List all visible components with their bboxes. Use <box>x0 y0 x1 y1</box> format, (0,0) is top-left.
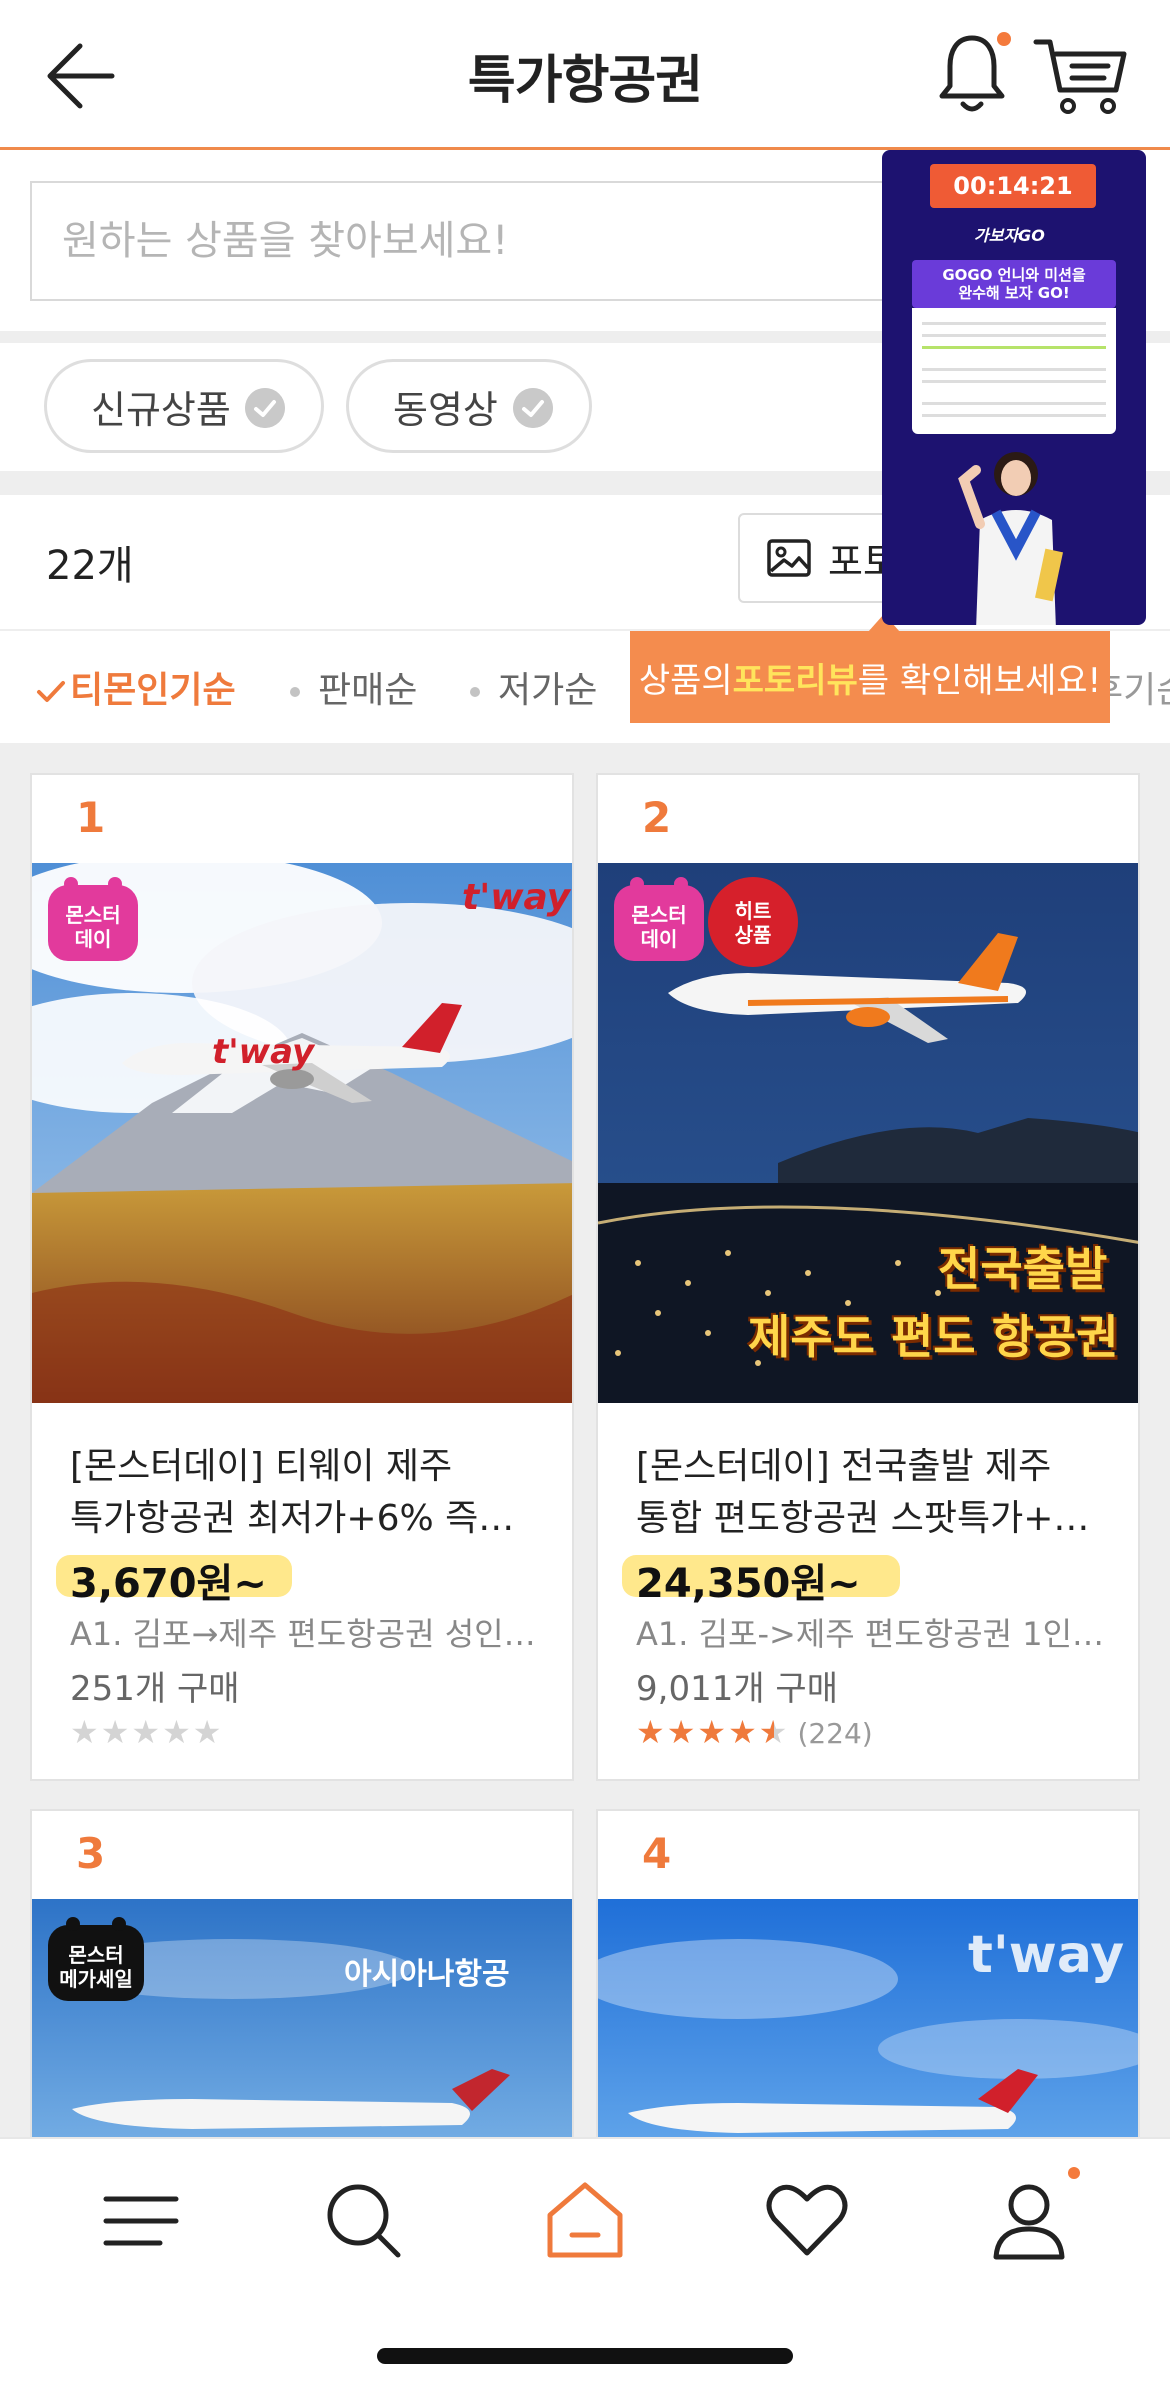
rank-number: 3 <box>76 1829 106 1878</box>
product-title[interactable]: [몬스터데이] 티웨이 제주 특가항공권 최저가+6% 즉… <box>70 1441 540 1545</box>
sort-label: 티몬인기순 <box>70 670 236 711</box>
home-indicator[interactable] <box>377 2348 793 2364</box>
nav-home[interactable] <box>540 2175 630 2265</box>
purchase-count: 9,011개 구매 <box>636 1669 838 1709</box>
tooltip-highlight: 포토리뷰 <box>732 660 858 701</box>
monster-day-badge: 몬스터 데이 <box>48 877 138 961</box>
title-line: 통합 편도항공권 스팟특가+… <box>636 1498 1090 1539</box>
notification-dot <box>997 32 1011 46</box>
user-icon <box>993 2184 1065 2260</box>
monster-mega-sale-badge: 몬스터 메가세일 <box>48 1917 144 2001</box>
bullet-dot <box>470 687 480 697</box>
headline-line: 완수해 보자 GO! <box>958 284 1070 302</box>
title-line: 특가항공권 최저가+6% 즉… <box>70 1498 515 1539</box>
banner-text: 제주도 편도 항공권 <box>748 1310 1119 1364</box>
nav-search[interactable] <box>318 2175 408 2265</box>
brand-logo: t'way <box>968 1925 1125 1985</box>
product-card[interactable]: 1 t'way 몬스터 데이 t'way [몬스터데이] 티웨이 제주 특가항공… <box>30 773 574 1781</box>
product-price: 24,350원~ <box>636 1561 861 1607</box>
product-grid: 1 t'way 몬스터 데이 t'way [몬스터데이] 티웨이 제주 특가항공… <box>0 743 1170 2209</box>
product-card[interactable]: 2 몬스터 데이 히트 상품 전국출발 제주도 편도 항공권 [몬스터데이] 전… <box>596 773 1140 1781</box>
cart-icon <box>1033 39 1127 114</box>
cart-button[interactable] <box>1030 34 1130 120</box>
menu-icon <box>103 2196 179 2246</box>
star-icon: ★★★★ <box>636 1713 759 1751</box>
live-video-popup[interactable]: 00:14:21 가보자GO GOGO 언니와 미션을 완수해 보자 GO! <box>882 150 1146 625</box>
nav-menu[interactable] <box>96 2175 186 2265</box>
rank-number: 2 <box>642 793 672 842</box>
filter-chip-video[interactable]: 동영상 <box>346 359 592 453</box>
monster-day-badge: 몬스터 데이 <box>614 877 704 961</box>
product-price: 3,670원~ <box>70 1561 267 1607</box>
banner-text: 전국출발 <box>938 1242 1108 1296</box>
bullet-dot <box>290 687 300 697</box>
filter-chip-label: 신규상품 <box>91 387 231 432</box>
nav-wishlist[interactable] <box>762 2175 852 2265</box>
result-count: 22개 <box>46 543 134 589</box>
check-circle-icon <box>245 388 285 428</box>
star-rating: ★★★★★ (224) <box>636 1713 873 1751</box>
image-icon <box>767 539 811 577</box>
title-line: [몬스터데이] 티웨이 제주 <box>70 1446 453 1487</box>
rank-number: 1 <box>76 793 106 842</box>
hit-product-badge: 히트 상품 <box>708 877 798 967</box>
live-headline: GOGO 언니와 미션을 완수해 보자 GO! <box>912 260 1116 308</box>
photo-review-tooltip[interactable]: 상품의 포토리뷰 를 확인해보세요! <box>630 631 1110 723</box>
live-mission-box <box>912 308 1116 434</box>
bottom-navigation <box>0 2137 1170 2386</box>
host-person-image <box>958 452 1064 625</box>
sort-low-price[interactable]: 저가순 <box>470 661 597 713</box>
product-title[interactable]: [몬스터데이] 전국출발 제주 통합 편도항공권 스팟특가+… <box>636 1441 1106 1545</box>
check-circle-icon <box>513 388 553 428</box>
tooltip-text: 상품의 <box>638 660 733 701</box>
filter-chip-label: 동영상 <box>393 387 498 432</box>
review-count: (224) <box>797 1717 873 1750</box>
product-option: A1. 김포->제주 편도항공권 1인… <box>636 1615 1105 1653</box>
live-brand: 가보자GO <box>974 226 1045 245</box>
home-icon <box>547 2182 623 2258</box>
nav-my-page[interactable] <box>984 2175 1074 2265</box>
purchase-count: 251개 구매 <box>70 1669 240 1709</box>
star-rating: ★★★★★ <box>70 1713 223 1751</box>
top-app-bar: 특가항공권 <box>0 0 1170 150</box>
product-option: A1. 김포→제주 편도항공권 성인… <box>70 1615 536 1653</box>
sort-sales[interactable]: 판매순 <box>290 661 417 713</box>
check-icon <box>37 681 65 702</box>
sort-popular[interactable]: 티몬인기순 <box>36 661 236 713</box>
search-icon <box>327 2184 401 2258</box>
rank-number: 4 <box>642 1829 672 1878</box>
product-thumbnail[interactable]: 몬스터 데이 히트 상품 전국출발 제주도 편도 항공권 <box>598 863 1138 1403</box>
live-timer: 00:14:21 <box>930 164 1096 208</box>
brand-logo: t'way <box>462 877 571 918</box>
heart-icon <box>766 2184 848 2256</box>
notification-dot <box>1068 2167 1080 2179</box>
star-icon: ★★★★★ <box>70 1713 224 1751</box>
sort-label: 저가순 <box>498 670 598 711</box>
product-thumbnail[interactable]: t'way 몬스터 데이 t'way <box>32 863 572 1403</box>
filter-chip-new[interactable]: 신규상품 <box>44 359 324 453</box>
brand-logo: 아시아나항공 <box>344 1957 510 1992</box>
svg-text:t'way: t'way <box>212 1032 316 1072</box>
sort-label: 판매순 <box>318 670 418 711</box>
tooltip-text: 를 확인해보세요! <box>857 660 1102 701</box>
headline-line: GOGO 언니와 미션을 <box>942 266 1086 284</box>
title-line: [몬스터데이] 전국출발 제주 <box>636 1446 1052 1487</box>
half-star-icon: ★ <box>758 1713 790 1751</box>
